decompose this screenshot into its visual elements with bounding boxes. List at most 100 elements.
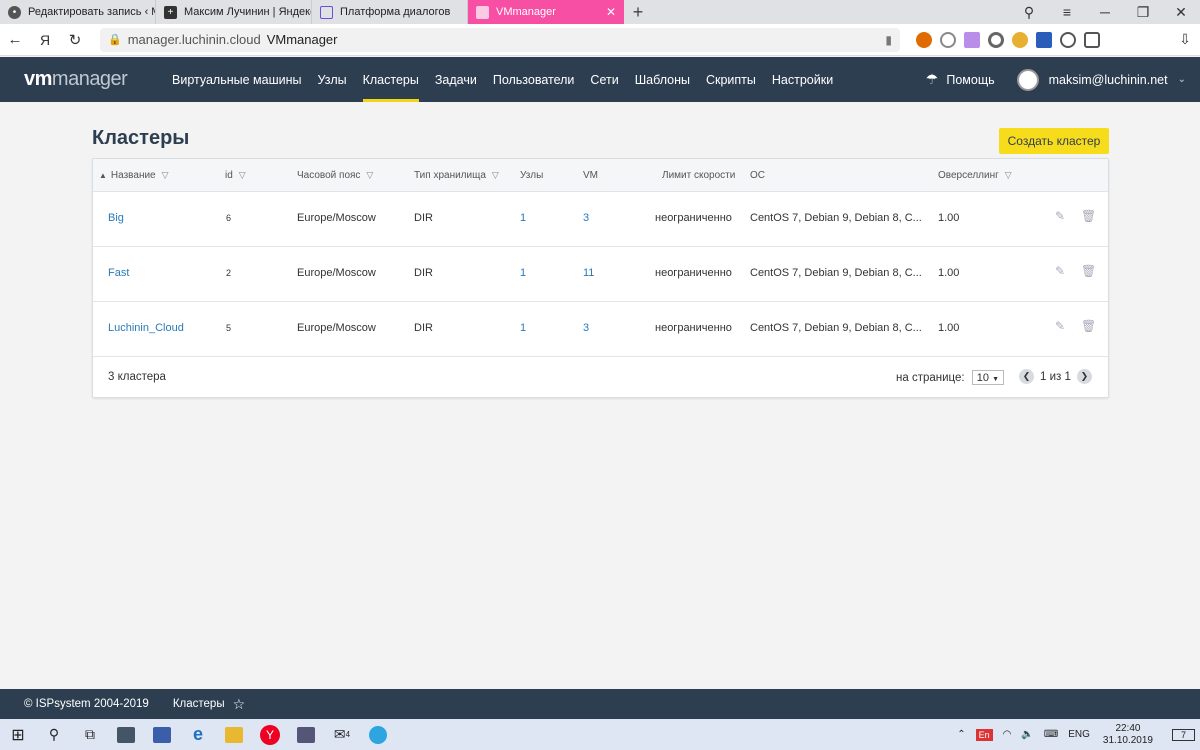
edit-icon[interactable]: ✎ bbox=[1055, 209, 1065, 223]
filter-icon[interactable]: ▽ bbox=[162, 170, 169, 180]
downloads-icon[interactable]: ⇩ bbox=[1170, 31, 1200, 48]
cluster-nodes-link[interactable]: 1 bbox=[520, 267, 526, 279]
cluster-vm-link[interactable]: 3 bbox=[583, 212, 589, 224]
browser-tab-3[interactable]: VMmanager ✕ bbox=[468, 0, 624, 24]
nav-settings[interactable]: Настройки bbox=[764, 57, 841, 102]
column-header-name[interactable]: ▲ Название ▽ bbox=[99, 170, 169, 181]
telegram-icon[interactable] bbox=[360, 719, 396, 750]
notifications-icon[interactable]: 7 bbox=[1171, 728, 1195, 741]
browser-tab-1[interactable]: + Максим Лучинин | Яндекс bbox=[156, 0, 312, 24]
filter-icon[interactable]: ▽ bbox=[492, 170, 499, 180]
yandex-icon[interactable]: Я bbox=[30, 32, 60, 48]
cluster-nodes-link[interactable]: 1 bbox=[520, 322, 526, 334]
column-header-vm[interactable]: VM bbox=[583, 170, 598, 181]
user-menu[interactable]: maksim@luchinin.net ⌄ bbox=[1016, 68, 1186, 91]
extension-icon[interactable] bbox=[964, 31, 980, 48]
cluster-vm-link[interactable]: 11 bbox=[583, 267, 594, 279]
vmmanager-logo[interactable]: vmmanager bbox=[24, 68, 148, 91]
nav-clusters[interactable]: Кластеры bbox=[355, 57, 427, 102]
nav-networks[interactable]: Сети bbox=[582, 57, 626, 102]
search-icon[interactable]: ⚲ bbox=[36, 719, 72, 750]
sidebar-toggle-icon[interactable]: ⚲ bbox=[1010, 4, 1048, 21]
nav-tasks[interactable]: Задачи bbox=[427, 57, 485, 102]
nav-nodes[interactable]: Узлы bbox=[310, 57, 355, 102]
mail-app-icon[interactable]: ✉ 4 bbox=[324, 719, 360, 750]
close-tab-icon[interactable]: ✕ bbox=[606, 5, 616, 19]
restore-button[interactable]: ❐ bbox=[1124, 4, 1162, 21]
star-icon[interactable]: ☆ bbox=[233, 696, 246, 713]
trash-icon[interactable]: 🗑 bbox=[1081, 264, 1096, 278]
column-header-nodes[interactable]: Узлы bbox=[520, 170, 543, 181]
cluster-overselling: 1.00 bbox=[938, 322, 960, 334]
cluster-vm-link[interactable]: 3 bbox=[583, 322, 589, 334]
task-view-icon[interactable]: ⧉ bbox=[72, 719, 108, 750]
edge-browser-icon[interactable]: e bbox=[180, 719, 216, 750]
cluster-name-link[interactable]: Luchinin_Cloud bbox=[108, 322, 184, 334]
url-field[interactable]: 🔒 manager.luchinin.cloud VMmanager ▮ bbox=[100, 27, 900, 52]
browser-tab-0[interactable]: • Редактировать запись ‹ Ма bbox=[0, 0, 156, 24]
column-header-os[interactable]: ОС bbox=[750, 170, 765, 181]
yandex-browser-icon[interactable]: Y bbox=[252, 719, 288, 750]
extension-icon[interactable] bbox=[988, 31, 1004, 48]
close-window-button[interactable]: ✕ bbox=[1162, 4, 1200, 21]
cluster-overselling: 1.00 bbox=[938, 267, 960, 279]
cluster-id: 6 bbox=[226, 213, 232, 223]
nav-scripts[interactable]: Скрипты bbox=[698, 57, 764, 102]
extension-icon[interactable] bbox=[1036, 31, 1052, 48]
column-header-storage[interactable]: Тип хранилища ▽ bbox=[414, 170, 499, 181]
clock-date: 31.10.2019 bbox=[1102, 734, 1153, 746]
extension-icon[interactable] bbox=[940, 31, 956, 48]
volume-icon[interactable]: 🔈 bbox=[1021, 729, 1033, 740]
nav-users[interactable]: Пользователи bbox=[485, 57, 583, 102]
table-row[interactable]: Luchinin_Cloud 5 Europe/Moscow DIR 1 3 н… bbox=[93, 302, 1108, 357]
table-row[interactable]: Fast 2 Europe/Moscow DIR 1 11 неограниче… bbox=[93, 247, 1108, 302]
calculator-app-icon[interactable] bbox=[108, 719, 144, 750]
nav-templates[interactable]: Шаблоны bbox=[627, 57, 698, 102]
extension-icon[interactable] bbox=[1060, 31, 1076, 48]
column-header-speed-limit[interactable]: Лимит скорости bbox=[662, 170, 735, 181]
editor-app-icon[interactable] bbox=[144, 719, 180, 750]
new-tab-button[interactable]: + bbox=[624, 0, 652, 24]
back-arrow-icon[interactable]: ← bbox=[0, 31, 30, 48]
clusters-table: ▲ Название ▽ id ▽ Часовой пояс ▽ Тип хранили… bbox=[92, 158, 1109, 398]
menu-icon[interactable]: ≡ bbox=[1048, 4, 1086, 20]
extension-icon[interactable] bbox=[1012, 31, 1028, 48]
browser-tab-2[interactable]: Платформа диалогов bbox=[312, 0, 468, 24]
trash-icon[interactable]: 🗑 bbox=[1081, 319, 1096, 333]
extension-icon[interactable] bbox=[916, 31, 932, 48]
column-header-overselling[interactable]: Оверселлинг ▽ bbox=[938, 170, 1012, 181]
edit-icon[interactable]: ✎ bbox=[1055, 264, 1065, 278]
table-row[interactable]: Big 6 Europe/Moscow DIR 1 3 неограниченн… bbox=[93, 192, 1108, 247]
trash-icon[interactable]: 🗑 bbox=[1081, 209, 1096, 223]
minimize-button[interactable]: ─ bbox=[1086, 4, 1124, 20]
column-label: ОС bbox=[750, 170, 765, 181]
wifi-icon[interactable]: ◠ bbox=[1003, 729, 1012, 740]
filter-icon[interactable]: ▽ bbox=[1005, 170, 1012, 180]
keyboard-icon[interactable]: ⌨ bbox=[1044, 729, 1058, 740]
filter-icon[interactable]: ▽ bbox=[239, 170, 246, 180]
column-header-timezone[interactable]: Часовой пояс ▽ bbox=[297, 170, 373, 181]
bookmark-icon[interactable]: ▮ bbox=[885, 33, 892, 47]
cluster-nodes-link[interactable]: 1 bbox=[520, 212, 526, 224]
edit-icon[interactable]: ✎ bbox=[1055, 319, 1065, 333]
clock[interactable]: 22:40 31.10.2019 bbox=[1103, 723, 1153, 747]
file-explorer-icon[interactable] bbox=[216, 719, 252, 750]
network-app-icon[interactable] bbox=[288, 719, 324, 750]
nav-virtual-machines[interactable]: Виртуальные машины bbox=[164, 57, 310, 102]
column-header-id[interactable]: id ▽ bbox=[225, 170, 246, 181]
cluster-name-link[interactable]: Big bbox=[108, 212, 124, 224]
language-indicator[interactable]: ENG bbox=[1068, 729, 1090, 740]
help-link[interactable]: ☂ Помощь bbox=[926, 71, 995, 88]
windows-start-icon[interactable]: ⊞ bbox=[0, 719, 36, 750]
chevron-up-icon[interactable]: ⌃ bbox=[957, 729, 965, 740]
extension-icon[interactable] bbox=[1084, 31, 1100, 48]
next-page-button[interactable]: ❯ bbox=[1076, 369, 1092, 384]
keyboard-layout-badge[interactable]: En bbox=[975, 728, 993, 741]
per-page-select[interactable]: 10 ▼ bbox=[971, 370, 1005, 385]
filter-icon[interactable]: ▽ bbox=[366, 170, 373, 180]
reload-icon[interactable]: ↻ bbox=[60, 31, 90, 49]
prev-page-button[interactable]: ❮ bbox=[1019, 369, 1034, 384]
create-cluster-button[interactable]: Создать кластер bbox=[999, 128, 1109, 154]
umbrella-icon: ☂ bbox=[925, 71, 939, 87]
cluster-name-link[interactable]: Fast bbox=[108, 267, 129, 279]
